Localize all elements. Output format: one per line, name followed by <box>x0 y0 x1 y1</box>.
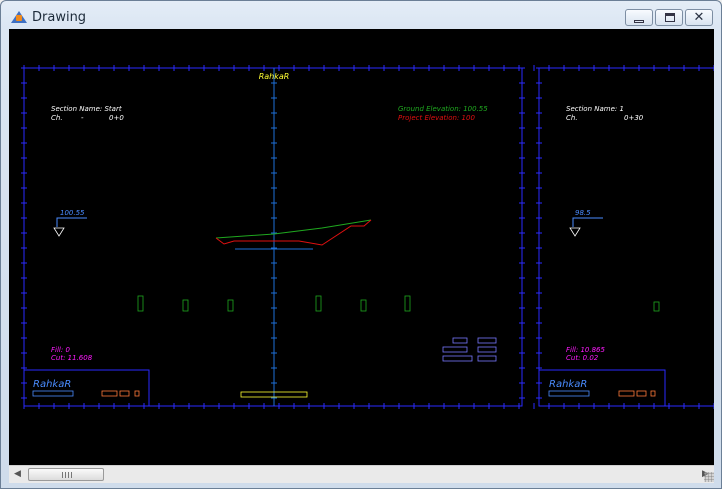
title-block-meta-2 <box>548 390 590 397</box>
scroll-left-arrow-icon[interactable]: ◀ <box>9 466 26 483</box>
resize-grip-icon[interactable] <box>704 472 714 482</box>
title-block-meta <box>32 390 74 397</box>
section-name-label-2: Section Name: 1 <box>566 105 624 113</box>
title-bar[interactable]: Drawing ✕ <box>1 1 721 29</box>
ground-line <box>215 219 372 239</box>
close-button[interactable]: ✕ <box>685 9 713 26</box>
level-marker-icon-2 <box>569 227 581 237</box>
chainage-label: Ch. <box>51 114 63 122</box>
level-marker-label-2: 98.5 <box>575 209 591 217</box>
area-table <box>442 337 497 362</box>
drawing-canvas[interactable]: RahkaR Section Name: Start Ch. - 0+0 Gro… <box>9 29 714 465</box>
scrollbar-thumb[interactable] <box>28 468 104 481</box>
fill-label: Fill: 0 <box>51 346 70 354</box>
level-marker-leader-2 <box>572 217 603 227</box>
level-marker-label: 100.55 <box>60 209 85 217</box>
horizontal-scrollbar[interactable]: ◀ ▶ <box>9 465 714 483</box>
chainage-separator: - <box>81 114 84 122</box>
close-icon: ✕ <box>693 10 705 25</box>
ground-elevation-label: Ground Elevation: 100.55 <box>398 105 488 113</box>
title-block-legend-2 <box>618 390 656 397</box>
maximize-button[interactable] <box>655 9 683 26</box>
chainage-value: 0+0 <box>109 114 124 122</box>
center-brand-label: RahkaR <box>259 72 290 81</box>
title-block-brand: RahkaR <box>33 379 71 390</box>
title-block-brand-2: RahkaR <box>549 379 587 390</box>
chainage-value-2: 0+30 <box>624 114 644 122</box>
drawing-window: Drawing ✕ RahkaR Section Name: Start Ch.… <box>0 0 722 489</box>
offset-markers <box>137 295 660 312</box>
cross-section-drawing: RahkaR Section Name: Start Ch. - 0+0 Gro… <box>21 65 714 409</box>
app-logo-icon <box>11 11 27 23</box>
title-block-legend <box>101 390 140 397</box>
project-elevation-label: Project Elevation: 100 <box>398 114 475 122</box>
window-title: Drawing <box>32 10 87 25</box>
level-marker-leader <box>56 217 87 227</box>
grip-icon <box>62 472 72 478</box>
fill-label-2: Fill: 10.865 <box>566 346 605 354</box>
cut-label: Cut: 11.608 <box>51 354 93 362</box>
minimize-button[interactable] <box>625 9 653 26</box>
chainage-label-2: Ch. <box>566 114 578 122</box>
section-name-label: Section Name: Start <box>51 105 122 113</box>
cut-label-2: Cut: 0.02 <box>566 354 599 362</box>
level-marker-icon <box>53 227 65 237</box>
minimize-icon <box>634 20 644 23</box>
frame-ticks <box>21 65 714 409</box>
maximize-icon <box>665 13 675 22</box>
